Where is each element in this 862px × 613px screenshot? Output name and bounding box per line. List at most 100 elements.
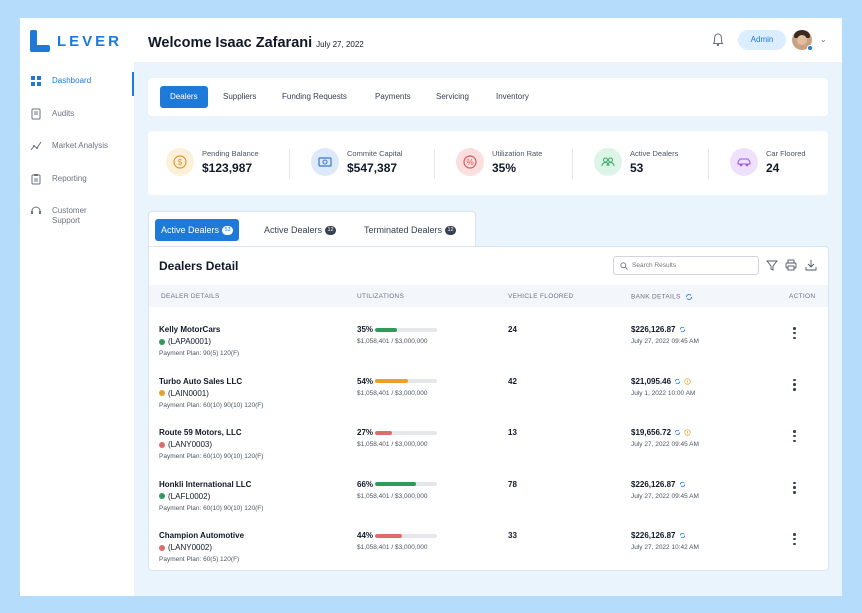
utilization: 66% [357,480,438,489]
dealer-name[interactable]: Kelly MotorCars [159,325,220,334]
search-input[interactable] [632,262,752,269]
more-actions-icon[interactable] [793,430,797,442]
dealer-code: (LAPA0001) [159,337,211,346]
cash-icon [311,148,339,176]
table-row[interactable]: Turbo Auto Sales LLC (LAIN0001) Payment … [149,369,828,420]
bell-icon[interactable] [712,33,724,47]
sidebar-item-audits[interactable]: Audits [20,107,134,139]
sync-icon[interactable] [679,481,686,488]
sidebar-item-label: Customer Support [52,206,87,225]
tab-terminated-dealers[interactable]: Terminated Dealers 12 [364,219,457,241]
sync-icon[interactable] [679,326,686,333]
warning-icon [684,377,691,385]
analytics-icon [30,141,42,151]
tab-funding-requests[interactable]: Funding Requests [282,86,347,108]
sidebar-item-market-analysis[interactable]: Market Analysis [20,139,134,171]
main-content: Welcome Isaac Zafarani July 27, 2022 Admi… [134,18,842,596]
stat-value: 53 [630,161,644,175]
audit-document-icon [31,108,41,119]
search-icon [620,261,628,270]
stat-value: 24 [766,161,780,175]
header-date: July 27, 2022 [316,40,364,49]
more-actions-icon[interactable] [793,481,797,494]
bank-balance: $226,126.87 [631,325,686,334]
table-header: DEALER DETAILS UTILIZATIONS VEHICLE FLOO… [149,285,828,307]
dealer-code: (LANY0003) [159,440,212,449]
logo[interactable]: LEVER [30,30,122,52]
bank-date: July 27, 2022 09:45 AM [631,492,699,500]
table-row[interactable]: Kelly MotorCars (LAPA0001) Payment Plan:… [149,317,828,368]
count-badge: 53 [222,226,234,236]
sidebar-item-label: Reporting [52,173,87,183]
download-icon[interactable] [805,259,817,271]
utilization-amount: $1,058,401 / $3,000,000 [357,338,428,345]
bank-amount: $226,126.87 [631,531,676,540]
sync-icon[interactable] [674,429,681,436]
bank-date: July 27, 2022 09:45 AM [631,338,699,345]
sidebar-item-dashboard[interactable]: Dashboard [20,72,134,106]
sync-icon[interactable] [674,378,681,385]
column-header-bank: BANK DETAILS [631,293,693,301]
filter-icon[interactable] [766,259,778,271]
sidebar-item-reporting[interactable]: Reporting [20,172,134,204]
tab-inventory[interactable]: Inventory [496,86,529,108]
payment-plan: Payment Plan: 90(5) 120(F) [159,350,240,357]
utilization-bar [375,327,438,332]
tab-label: Active Dealers [264,225,323,235]
dealer-code-text: (LAPA0001) [168,337,211,346]
tab-suppliers[interactable]: Suppliers [223,86,256,108]
chevron-down-icon[interactable]: ⌄ [820,35,827,44]
stat-label: Pending Balance [202,149,259,158]
dealer-name[interactable]: Honkli International LLC [159,480,251,489]
dealer-code: (LANY0002) [159,543,212,552]
stat-active-dealers: Active Dealers 53 [594,148,678,176]
section-tabs: Dealers Suppliers Funding Requests Payme… [148,78,828,116]
tab-payments[interactable]: Payments [375,86,411,108]
column-header: UTILIZATIONS [357,293,405,300]
vehicles-floored: 33 [508,531,517,540]
grid-icon [31,76,41,86]
dealer-code-text: (LAIN0001) [168,388,209,398]
utilization-percent: 44% [357,531,374,540]
page-title: Welcome Isaac Zafarani July 27, 2022 [148,35,364,51]
payment-plan: Payment Plan: 60(5) 120(F) [159,556,240,563]
bank-amount: $21,095.46 [631,376,672,386]
tab-active-dealers-secondary[interactable]: Active Dealers 12 [264,219,337,241]
utilization-amount: $1,058,401 / $3,000,000 [357,544,428,551]
tab-active-dealers[interactable]: Active Dealers 53 [155,219,240,241]
dealer-code: (LAIN0001) [159,389,209,398]
table-row[interactable]: Champion Automotive (LANY0002) Payment P… [149,523,828,574]
admin-button[interactable]: Admin [738,30,786,50]
table-row[interactable]: Honkli International LLC (LAFL0002) Paym… [149,472,828,523]
sync-icon[interactable] [685,293,693,301]
svg-text:%: % [466,158,473,167]
sync-icon[interactable] [679,532,686,539]
stat-commite-capital: Commite Capital $547,387 [311,148,402,176]
more-actions-icon[interactable] [793,327,797,339]
vehicles-floored: 78 [508,479,517,489]
bank-amount: $226,126.87 [631,479,676,489]
table-row[interactable]: Route 59 Motors, LLC (LANY0003) Payment … [149,420,828,471]
more-actions-icon[interactable] [793,378,797,391]
tab-label: Active Dealers [161,225,220,235]
print-icon[interactable] [785,259,797,271]
dealer-name[interactable]: Champion Automotive [159,531,244,540]
payment-plan: Payment Plan: 60(10) 90(10) 120(F) [159,504,264,512]
column-header: BANK DETAILS [631,293,681,301]
users-icon [594,148,622,176]
payment-plan: Payment Plan: 60(10) 90(10) 120(F) [159,401,264,409]
status-dot [159,390,165,396]
sidebar-item-customer-support[interactable]: Customer Support [20,204,134,236]
bank-balance: $21,095.46 [631,377,691,386]
utilization: 35% [357,325,438,334]
more-actions-icon[interactable] [793,533,797,545]
stat-label: Utilization Rate [492,149,543,158]
search-box[interactable] [613,256,759,275]
vehicles-floored: 42 [508,376,517,386]
tab-dealers[interactable]: Dealers [160,86,208,108]
dealer-name[interactable]: Turbo Auto Sales LLC [159,377,242,386]
dealer-name[interactable]: Route 59 Motors, LLC [159,428,242,437]
tab-servicing[interactable]: Servicing [436,86,469,108]
clipboard-icon [31,173,41,184]
utilization-bar [375,533,438,538]
